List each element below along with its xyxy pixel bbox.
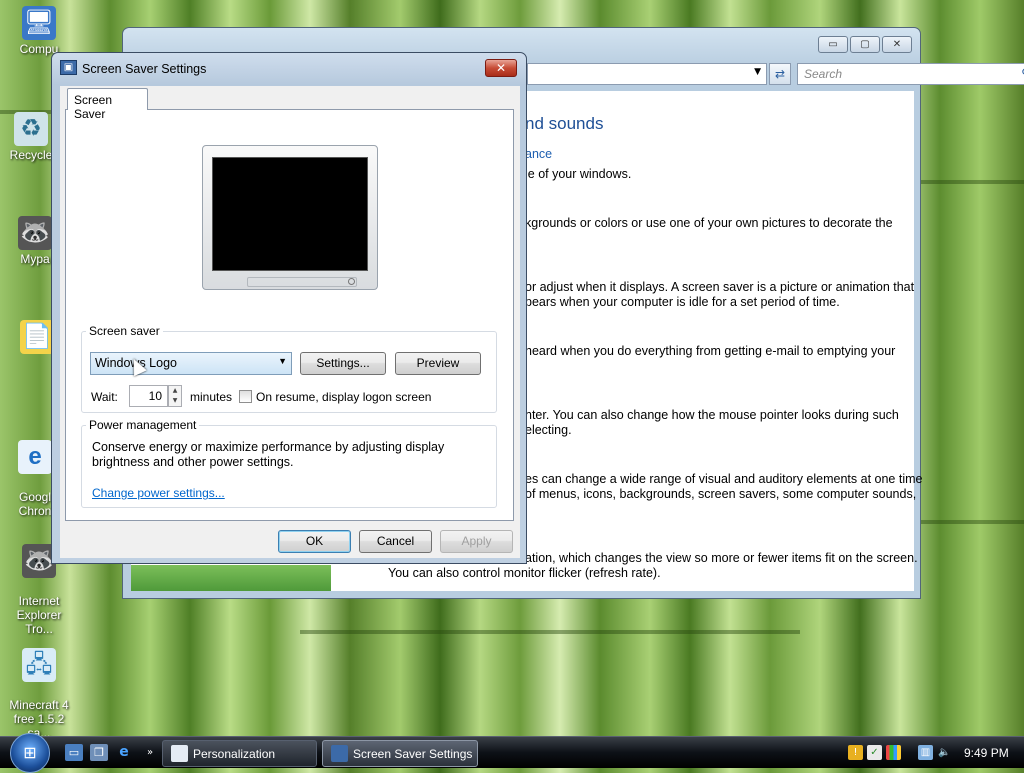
wait-minutes-input[interactable]: 10 <box>129 385 168 407</box>
preview-screen <box>212 157 368 271</box>
close-button[interactable]: ✕ <box>485 59 517 77</box>
power-description-line: brightness and other power settings. <box>92 455 294 469</box>
switch-windows-icon[interactable]: ❐ <box>90 744 108 761</box>
page-title: nd sounds <box>525 114 604 133</box>
volume-muted-icon[interactable]: 🔈 <box>937 745 952 760</box>
internet-explorer-icon: e <box>18 440 52 474</box>
caption-buttons: ▭ ▢ ✕ <box>818 36 912 53</box>
apply-button[interactable]: Apply <box>440 530 513 553</box>
windows-logo-icon: ⊞ <box>23 743 37 762</box>
display-icon <box>331 745 348 762</box>
resume-logon-label[interactable]: On resume, display logon screen <box>256 390 431 404</box>
power-management-group-label: Power management <box>86 418 200 432</box>
link-appearance[interactable]: ance <box>525 147 552 161</box>
address-bar[interactable]: ▼ <box>527 63 767 85</box>
description-text: es can change a wide range of visual and… <box>525 472 923 486</box>
wait-spinner[interactable]: ▲ ▼ <box>168 385 182 407</box>
display-icon: ▣ <box>60 60 77 75</box>
bamboo-joint <box>920 180 1024 184</box>
description-text: of menus, icons, backgrounds, screen sav… <box>525 487 917 501</box>
refresh-icon: ⇄ <box>774 67 786 81</box>
security-shield-icon[interactable]: ! <box>848 745 863 760</box>
maximize-button[interactable]: ▢ <box>850 36 880 53</box>
minutes-label: minutes <box>190 390 233 404</box>
screen-saver-dialog[interactable]: ▣ Screen Saver Settings ✕ Screen Saver S… <box>51 52 527 564</box>
close-icon: ✕ <box>495 61 507 75</box>
raccoon-icon: 🦝 <box>18 216 52 250</box>
cancel-button[interactable]: Cancel <box>359 530 432 553</box>
power-led-icon <box>348 278 355 285</box>
taskbar-item-personalization[interactable]: Personalization <box>162 740 317 767</box>
show-desktop-icon[interactable]: ▭ <box>65 744 83 761</box>
bamboo-joint <box>920 520 1024 524</box>
chevron-down-icon: ▼ <box>278 356 287 366</box>
taskbar: ⊞ ▭ ❐ e » Personalization Screen Saver S… <box>0 733 1024 773</box>
tab-screen-saver[interactable]: Screen Saver <box>67 88 148 121</box>
windows-flag-icon[interactable] <box>886 745 901 760</box>
power-description-line: Conserve energy or maximize performance … <box>92 440 445 454</box>
taskbar-item-screen-saver-settings[interactable]: Screen Saver Settings <box>322 740 478 767</box>
clock[interactable]: 9:49 PM <box>964 746 1009 760</box>
screen-saver-group-label: Screen saver <box>86 324 163 338</box>
chevron-down-icon[interactable]: ▼ <box>754 67 761 77</box>
taskbar-item-label: Screen Saver Settings <box>353 747 473 761</box>
description-text: electing. <box>525 423 572 437</box>
description-text: nter. You can also change how the mouse … <box>525 408 899 422</box>
taskbar-item-label: Personalization <box>193 747 276 761</box>
monitor-preview <box>202 145 378 290</box>
description-text: ation, which changes the view so more or… <box>525 551 918 565</box>
personalization-icon <box>171 745 188 762</box>
resume-logon-checkbox[interactable] <box>239 390 252 403</box>
start-button[interactable]: ⊞ <box>10 733 50 773</box>
recycle-bin-icon: ♻ <box>14 112 48 146</box>
wait-label: Wait: <box>91 390 118 404</box>
document-icon: 📄 <box>20 320 54 354</box>
screen-saver-select[interactable]: Windows Logo ▼ <box>90 352 292 375</box>
desktop-icon-label: Internet Explorer Tro... <box>16 594 62 636</box>
bamboo-joint <box>300 630 800 634</box>
description-text: You can also control monitor flicker (re… <box>388 566 661 580</box>
quicklaunch-overflow-icon[interactable]: » <box>141 744 159 761</box>
left-pane-footer <box>131 565 331 591</box>
desktop-icon-computer[interactable]: 🖥 Compu <box>2 6 76 56</box>
dialog-title: Screen Saver Settings <box>82 62 207 76</box>
close-button[interactable]: ✕ <box>882 36 912 53</box>
spin-up-icon[interactable]: ▲ <box>169 386 181 396</box>
description-text: heard when you do everything from gettin… <box>525 344 896 358</box>
minimize-button[interactable]: ▭ <box>818 36 848 53</box>
description-text: pears when your computer is idle for a s… <box>525 295 840 309</box>
search-placeholder: Search <box>804 67 843 81</box>
search-input[interactable]: Search ⚲ <box>797 63 1024 85</box>
desktop-icon-label: Minecraft 4 free 1.5.2 sa... <box>9 698 69 740</box>
preview-button[interactable]: Preview <box>395 352 481 375</box>
description-text: kgrounds or colors or use one of your ow… <box>525 216 893 230</box>
refresh-button[interactable]: ⇄ <box>769 63 791 85</box>
internet-explorer-icon[interactable]: e <box>115 744 133 761</box>
network-icon[interactable]: ▥ <box>918 745 933 760</box>
description-text: le of your windows. <box>525 167 632 181</box>
settings-button[interactable]: Settings... <box>300 352 386 375</box>
description-text: or adjust when it displays. A screen sav… <box>525 280 915 294</box>
spin-down-icon[interactable]: ▼ <box>169 396 181 406</box>
change-power-settings-link[interactable]: Change power settings... <box>92 486 225 500</box>
monitor-bezel <box>247 277 357 287</box>
check-icon[interactable]: ✓ <box>867 745 882 760</box>
dialog-body: Screen Saver Screen saver Windows Logo ▼… <box>60 86 520 558</box>
computer-icon: 🖥 <box>22 6 56 40</box>
ok-button[interactable]: OK <box>278 530 351 553</box>
network-icon: 🖧 <box>22 648 56 682</box>
tab-panel: Screen saver Windows Logo ▼ Settings... … <box>65 109 514 521</box>
